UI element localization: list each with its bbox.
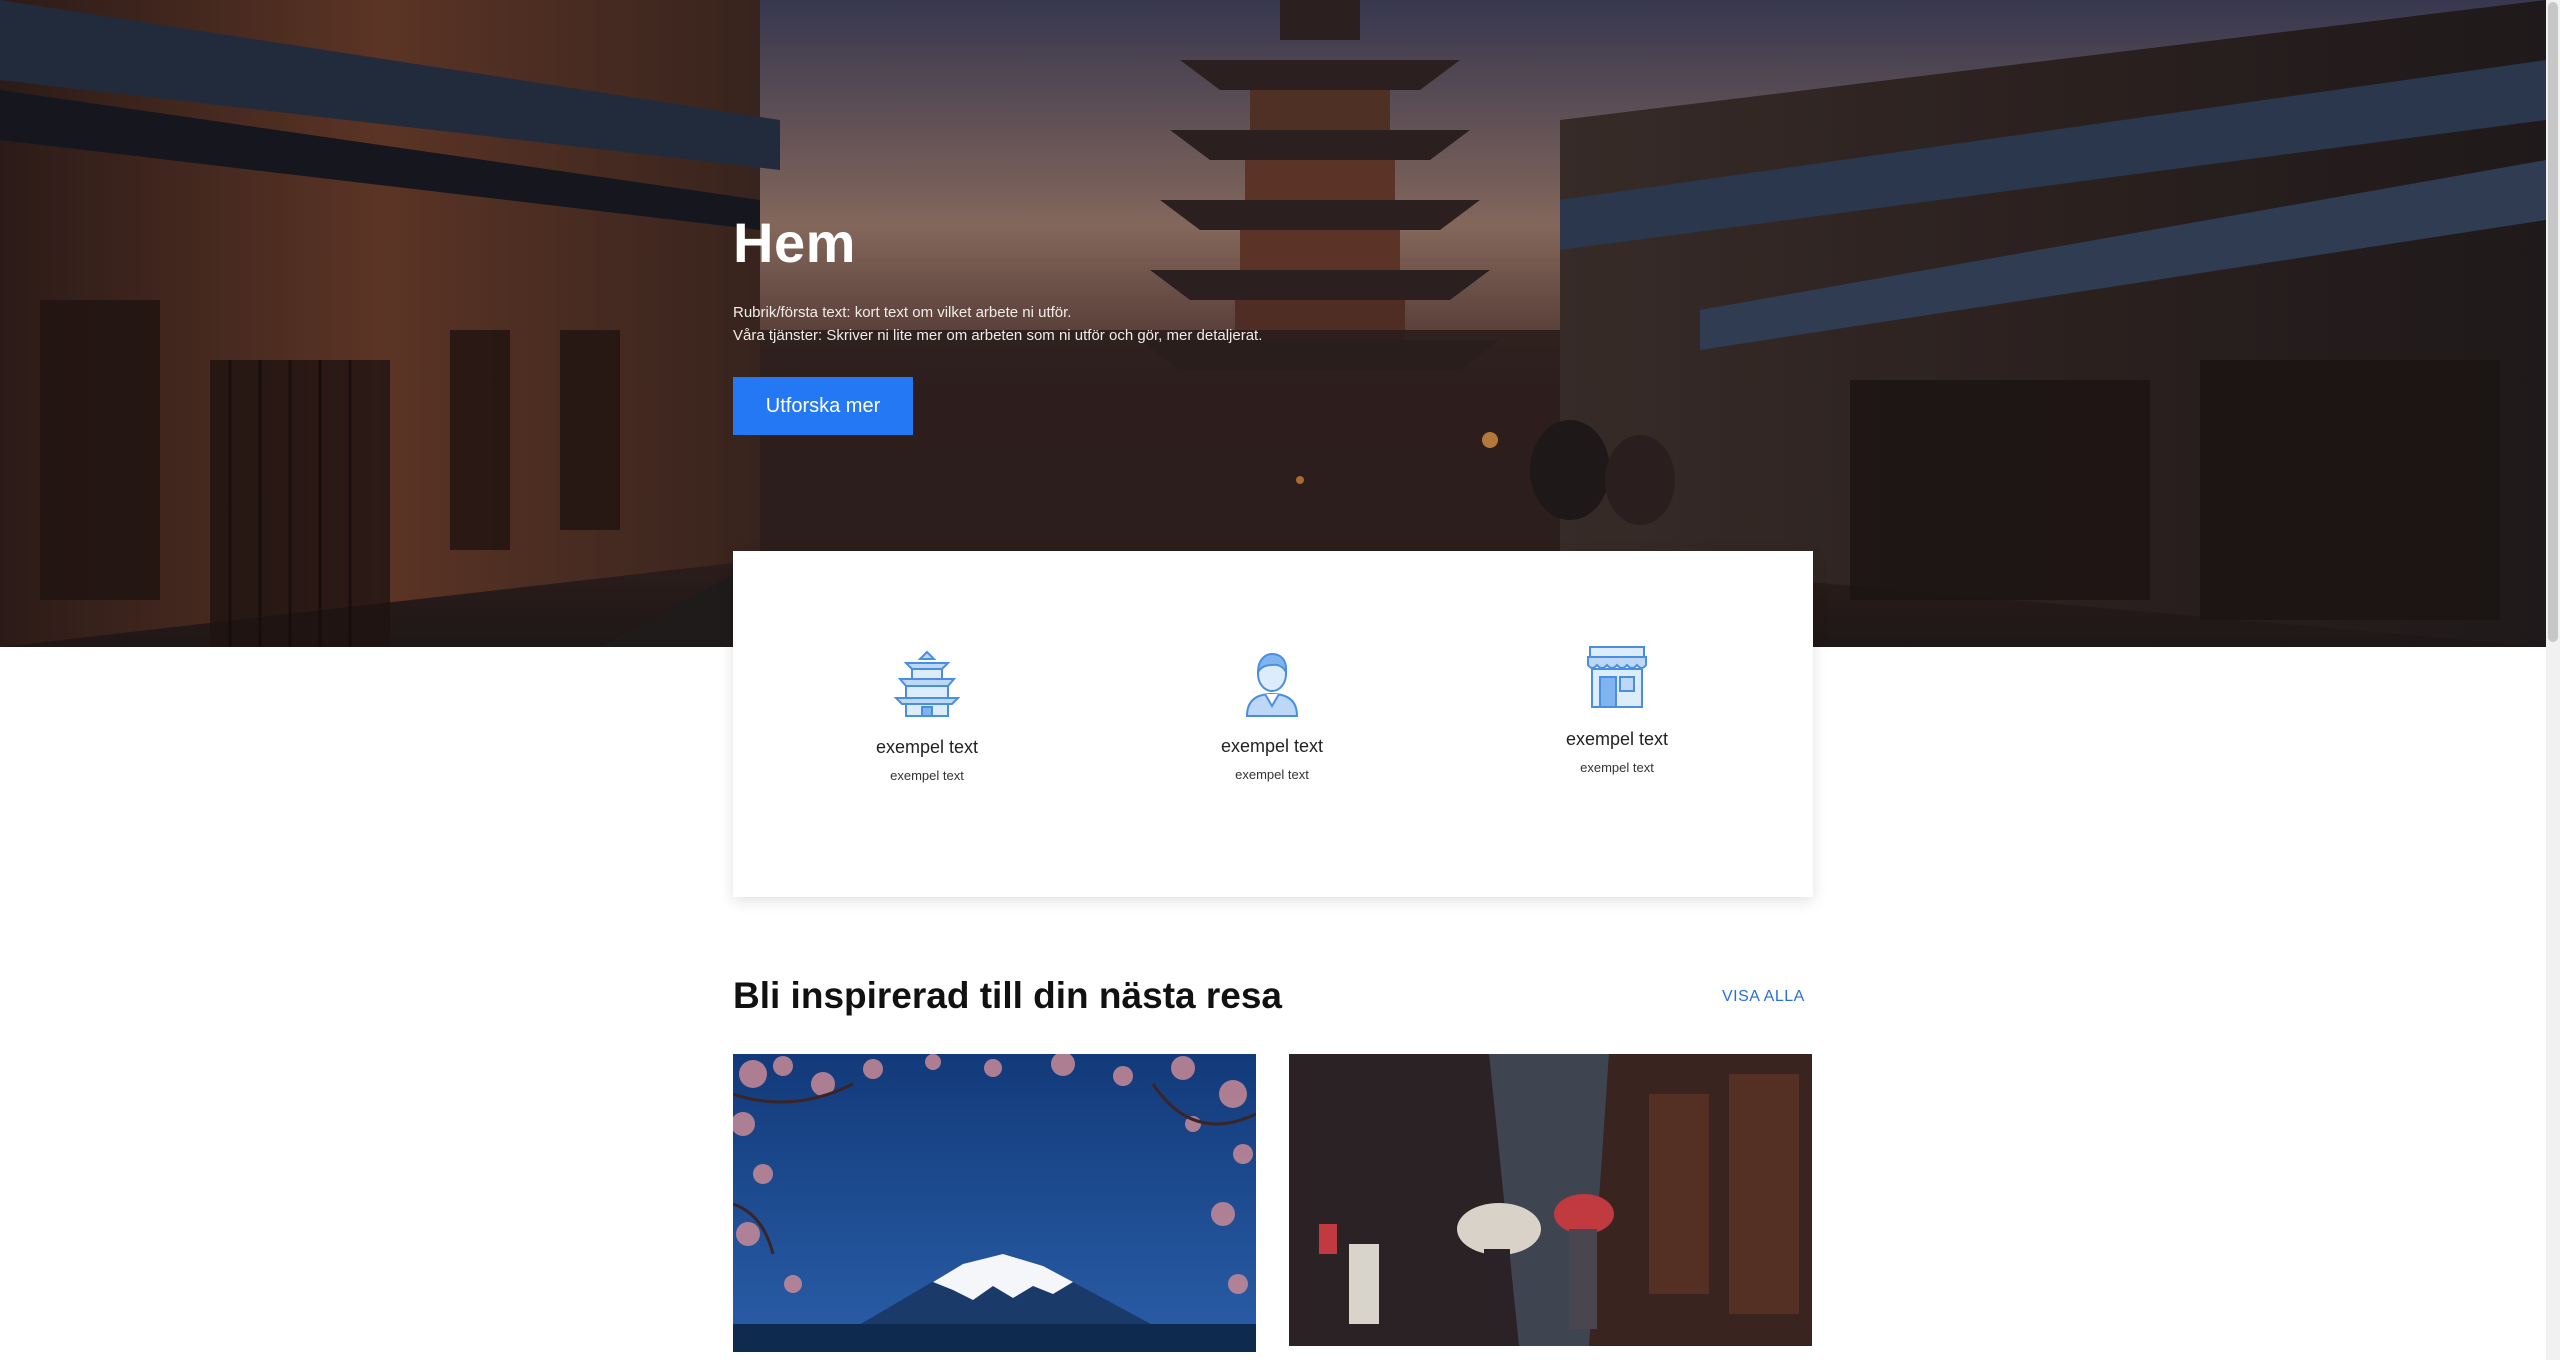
feature-subtitle: exempel text	[1235, 767, 1309, 782]
explore-more-button[interactable]: Utforska mer	[733, 377, 913, 435]
hero-description-line-2: Våra tjänster: Skriver ni lite mer om ar…	[733, 327, 1263, 344]
features-card: exempel text exempel text exempel text e…	[733, 551, 1813, 897]
feature-item: exempel text exempel text	[1497, 641, 1737, 775]
hero-background-image	[0, 0, 2546, 647]
hero-description: Rubrik/första text: kort text om vilket …	[733, 301, 1262, 347]
person-icon	[1245, 652, 1299, 717]
scrollbar-thumb[interactable]	[2548, 2, 2558, 642]
feature-item: exempel text exempel text	[1152, 648, 1392, 782]
pagoda-icon	[893, 650, 961, 717]
view-all-link[interactable]: VISA ALLA	[1722, 988, 1805, 1006]
kyoto-alley-image	[1289, 1054, 1812, 1346]
mount-fuji-image	[733, 1054, 1256, 1352]
feature-item: exempel text exempel text	[807, 649, 1047, 783]
feature-title: exempel text	[1220, 736, 1324, 756]
feature-title: exempel text	[875, 737, 979, 757]
section-title: Bli inspirerad till din nästa resa	[733, 975, 1283, 1016]
feature-title: exempel text	[1565, 729, 1669, 749]
hero-description-line-1: Rubrik/första text: kort text om vilket …	[733, 304, 1072, 321]
hero-banner: Hem Rubrik/första text: kort text om vil…	[0, 0, 2546, 647]
shop-icon	[1587, 646, 1647, 708]
page-title: Hem	[733, 211, 856, 274]
destination-card-kyoto-alley[interactable]	[1289, 1054, 1812, 1346]
feature-subtitle: exempel text	[890, 768, 964, 783]
destination-card-mount-fuji[interactable]	[733, 1054, 1256, 1352]
feature-subtitle: exempel text	[1580, 760, 1654, 775]
hero-content: Hem Rubrik/första text: kort text om vil…	[733, 210, 1262, 435]
